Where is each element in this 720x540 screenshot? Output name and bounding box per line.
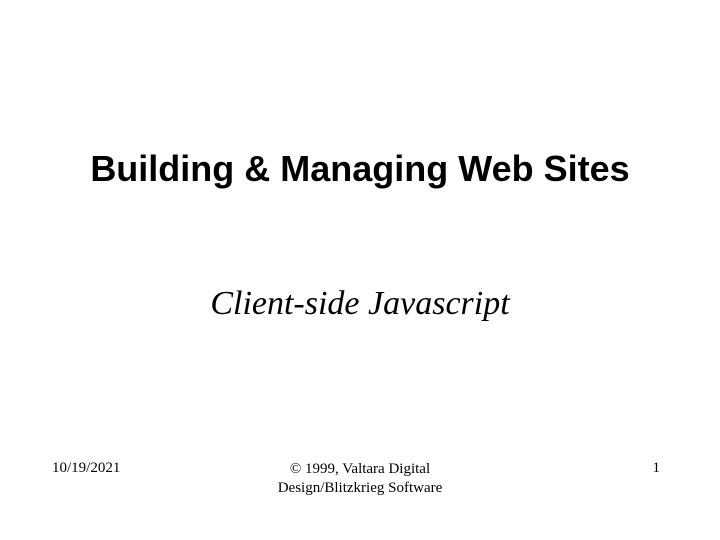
slide-subtitle: Client-side Javascript bbox=[0, 285, 720, 323]
slide: Building & Managing Web Sites Client-sid… bbox=[0, 0, 720, 540]
copyright-line-2: Design/Blitzkrieg Software bbox=[278, 480, 443, 496]
slide-footer: 10/19/2021 © 1999, Valtara Digital Desig… bbox=[0, 460, 720, 510]
footer-copyright: © 1999, Valtara Digital Design/Blitzkrie… bbox=[0, 460, 720, 498]
slide-title: Building & Managing Web Sites bbox=[0, 148, 720, 190]
footer-page-number: 1 bbox=[653, 460, 661, 477]
copyright-line-1: © 1999, Valtara Digital bbox=[290, 461, 430, 477]
